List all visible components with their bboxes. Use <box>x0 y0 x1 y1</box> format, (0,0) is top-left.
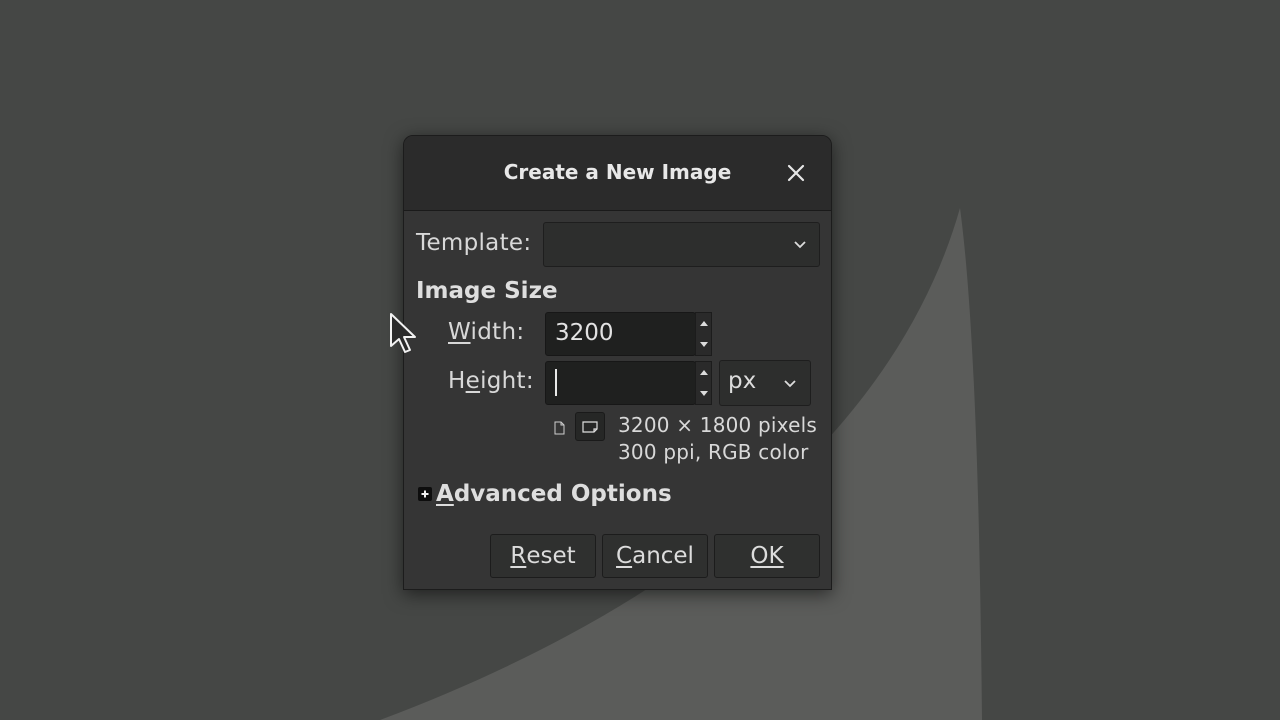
unit-dropdown[interactable]: px <box>719 360 811 406</box>
width-spinner <box>695 312 712 356</box>
chevron-down-icon <box>784 380 796 388</box>
height-label-rest: ight: <box>480 368 534 394</box>
width-label-mnemonic: W <box>448 319 471 345</box>
height-label-mnemonic: e <box>465 368 481 394</box>
cancel-button[interactable]: Cancel <box>602 534 708 578</box>
portrait-button[interactable] <box>551 418 567 438</box>
reset-label-rest: eset <box>526 543 576 569</box>
reset-mnemonic: R <box>510 543 527 569</box>
image-size-heading: Image Size <box>416 278 558 304</box>
width-increment-button[interactable] <box>696 313 711 334</box>
text-cursor <box>555 369 557 396</box>
template-label: Template: <box>416 230 532 256</box>
height-spinner <box>695 361 712 405</box>
create-new-image-dialog: Create a New Image Template: Image Size … <box>403 135 832 590</box>
width-decrement-button[interactable] <box>696 334 711 355</box>
reset-button[interactable]: Reset <box>490 534 596 578</box>
width-label: Width: <box>448 319 524 345</box>
cancel-mnemonic: C <box>616 543 633 569</box>
height-input[interactable] <box>545 361 696 405</box>
advanced-label-rest: dvanced Options <box>453 481 672 507</box>
width-label-rest: idth: <box>470 319 525 345</box>
template-dropdown[interactable] <box>543 222 820 267</box>
image-dimensions-info: 3200 × 1800 pixels <box>618 413 817 437</box>
advanced-options-label: Advanced Options <box>436 481 672 507</box>
height-increment-button[interactable] <box>696 362 711 383</box>
landscape-icon <box>582 420 598 433</box>
expander-plus-icon <box>418 487 432 501</box>
advanced-options-expander[interactable]: Advanced Options <box>418 481 672 507</box>
unit-value: px <box>728 368 757 394</box>
height-label: Height: <box>448 368 534 394</box>
landscape-button[interactable] <box>575 412 605 441</box>
ok-button[interactable]: OK <box>714 534 820 578</box>
cancel-label-rest: ancel <box>632 543 694 569</box>
height-label-first: H <box>448 368 466 394</box>
height-decrement-button[interactable] <box>696 383 711 404</box>
arrow-up-icon <box>699 370 708 375</box>
dialog-title: Create a New Image <box>503 160 732 184</box>
width-input[interactable]: 3200 <box>545 312 696 356</box>
close-icon <box>787 164 805 182</box>
mouse-pointer-icon <box>390 313 416 353</box>
arrow-down-icon <box>699 342 708 347</box>
dialog-titlebar: Create a New Image <box>404 136 831 211</box>
portrait-icon <box>554 421 564 435</box>
advanced-mnemonic: A <box>436 481 454 507</box>
chevron-down-icon <box>794 241 806 249</box>
image-resolution-info: 300 ppi, RGB color <box>618 440 809 464</box>
close-button[interactable] <box>778 156 814 190</box>
arrow-down-icon <box>699 391 708 396</box>
arrow-up-icon <box>699 321 708 326</box>
ok-label: OK <box>750 543 784 569</box>
